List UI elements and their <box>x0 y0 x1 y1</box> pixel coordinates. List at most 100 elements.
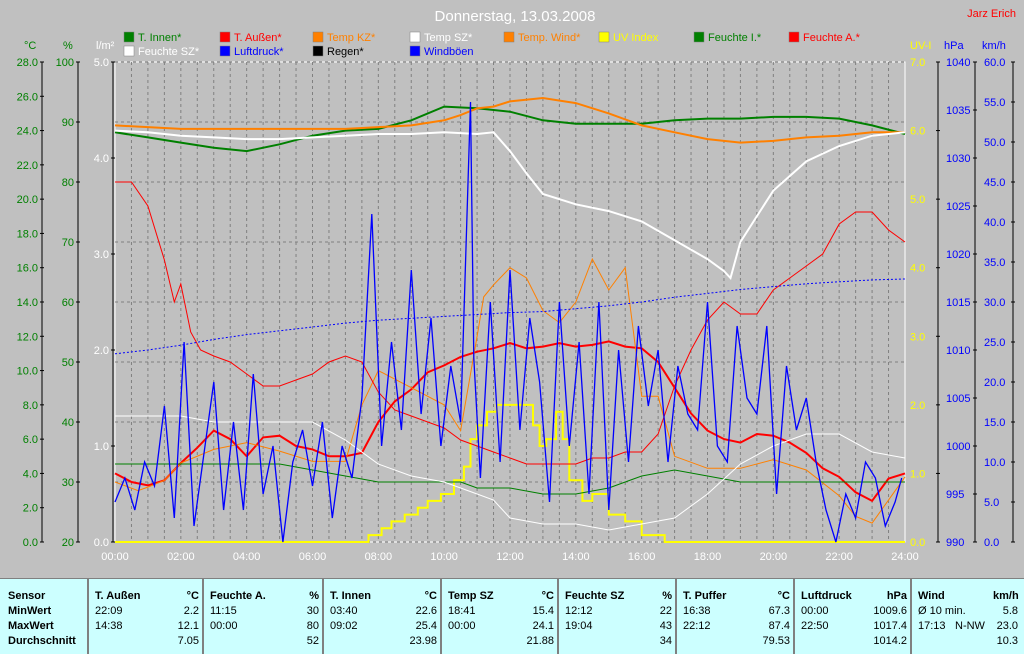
column-unit: km/h <box>993 590 1019 602</box>
y-tick-label-temp: 10.0 <box>17 366 38 378</box>
y-tick-label-press: 1035 <box>946 105 970 117</box>
y-tick-label-wind: 0.0 <box>984 537 999 549</box>
axis-label-rain: l/m² <box>96 40 115 52</box>
summary-table: Sensor MinWert MaxWert Durchschnitt T. Außen… <box>0 578 1024 654</box>
y-tick-label-press: 1040 <box>946 57 970 69</box>
legend-swatch <box>219 31 231 43</box>
y-tick-label-wind: 15.0 <box>984 417 1005 429</box>
y-tick-label-temp: 12.0 <box>17 331 38 343</box>
legend-entry: Feuchte SZ* <box>138 46 200 58</box>
y-tick-label-temp: 4.0 <box>23 468 38 480</box>
x-tick-label: 18:00 <box>694 551 722 563</box>
y-tick-label-wind: 20.0 <box>984 377 1005 389</box>
x-tick-label: 14:00 <box>562 551 590 563</box>
axes: 00:00 02:00 04:00 06:00 08:00 10:00 12:00 14:00… <box>17 40 1015 563</box>
y-tick-label-press: 990 <box>946 537 964 549</box>
x-tick-label: 16:00 <box>628 551 656 563</box>
y-tick-label-wind: 50.0 <box>984 137 1005 149</box>
legend-swatch <box>409 31 421 43</box>
axis-label-uv: UV-I <box>910 40 931 52</box>
x-tick-label: 10:00 <box>430 551 458 563</box>
y-tick-label-uv: 2.0 <box>910 400 925 412</box>
y-tick-label-wind: 25.0 <box>984 337 1005 349</box>
y-tick-label-press: 1020 <box>946 249 970 261</box>
max-time: 14:38 <box>95 620 123 632</box>
max-value: 43 <box>659 620 672 632</box>
y-tick-label-wind: 40.0 <box>984 217 1005 229</box>
axis-label-hum: % <box>63 40 73 52</box>
y-tick-label-uv: 3.0 <box>910 331 925 343</box>
column-unit: % <box>309 590 319 602</box>
min-time: 11:15 <box>210 605 237 617</box>
average-value: 79.53 <box>762 635 790 647</box>
y-tick-label-wind: 45.0 <box>984 177 1005 189</box>
y-tick-label-uv: 4.0 <box>910 263 925 275</box>
column-divider <box>202 579 204 654</box>
min-time: Ø 10 min. <box>918 605 966 617</box>
min-value: 15.4 <box>532 605 554 617</box>
min-time: 03:40 <box>330 605 358 617</box>
column-header: T. Außen <box>95 590 141 602</box>
max-value: 23.0 <box>996 620 1018 632</box>
y-tick-label-temp: 16.0 <box>17 263 38 275</box>
column-divider <box>440 579 442 654</box>
legend-entry: Temp SZ* <box>424 32 473 44</box>
average-value: 52 <box>306 635 319 647</box>
y-tick-label-uv: 0.0 <box>910 537 925 549</box>
max-time: 22:12 <box>683 620 711 632</box>
column-unit: hPa <box>886 590 907 602</box>
max-value: 25.4 <box>415 620 437 632</box>
chart-title: Donnerstag, 13.03.2008 <box>435 8 596 25</box>
legend-entry: T. Außen* <box>234 32 282 44</box>
min-time: 18:41 <box>448 605 476 617</box>
legend-swatch <box>312 31 324 43</box>
y-tick-label-temp: 14.0 <box>17 297 38 309</box>
x-tick-label: 04:00 <box>233 551 261 563</box>
x-tick-label: 20:00 <box>760 551 788 563</box>
y-tick-label-rain: 1.0 <box>94 441 109 453</box>
average-value: 23.98 <box>409 635 437 647</box>
y-tick-label-press: 1025 <box>946 201 970 213</box>
column-divider <box>675 579 677 654</box>
average-value: 21.88 <box>526 635 554 647</box>
legend-entry: T. Innen* <box>138 32 182 44</box>
max-value: 87.4 <box>768 620 790 632</box>
column-header: Luftdruck <box>801 590 852 602</box>
min-time: 00:00 <box>801 605 829 617</box>
max-time: 00:00 <box>210 620 238 632</box>
y-tick-label-temp: 22.0 <box>17 160 38 172</box>
y-tick-label-uv: 6.0 <box>910 126 925 138</box>
y-tick-label-press: 1010 <box>946 345 970 357</box>
max-value: 24.1 <box>532 620 554 632</box>
y-tick-label-hum: 80 <box>62 177 74 189</box>
y-tick-label-hum: 30 <box>62 477 74 489</box>
y-tick-label-rain: 0.0 <box>94 537 109 549</box>
column-divider <box>793 579 795 654</box>
x-tick-label: 00:00 <box>101 551 129 563</box>
y-tick-label-temp: 26.0 <box>17 91 38 103</box>
legend-entry: Temp KZ* <box>327 32 376 44</box>
y-tick-label-temp: 6.0 <box>23 434 38 446</box>
legend-swatch <box>123 31 135 43</box>
y-tick-label-hum: 70 <box>62 237 74 249</box>
average-value: 1014.2 <box>873 635 907 647</box>
y-tick-label-rain: 4.0 <box>94 153 109 165</box>
column-unit: °C <box>777 590 790 602</box>
legend-swatch <box>123 45 135 57</box>
y-tick-label-press: 1030 <box>946 153 970 165</box>
column-header: Temp SZ <box>448 590 494 602</box>
row-label-avg: Durchschnitt <box>8 635 76 647</box>
column-header: T. Innen <box>330 590 371 602</box>
y-tick-label-wind: 5.0 <box>984 497 999 509</box>
legend-entry: Regen* <box>327 46 364 58</box>
y-tick-label-uv: 7.0 <box>910 57 925 69</box>
weather-chart: Donnerstag, 13.03.2008 Jarz Erich T. Inn… <box>17 8 1016 563</box>
y-tick-label-uv: 1.0 <box>910 468 925 480</box>
max-time: 22:50 <box>801 620 829 632</box>
x-tick-label: 12:00 <box>496 551 524 563</box>
row-label-sensor: Sensor <box>8 590 46 602</box>
y-tick-label-temp: 0.0 <box>23 537 38 549</box>
y-tick-label-rain: 2.0 <box>94 345 109 357</box>
y-tick-label-wind: 35.0 <box>984 257 1005 269</box>
y-tick-label-press: 1000 <box>946 441 970 453</box>
